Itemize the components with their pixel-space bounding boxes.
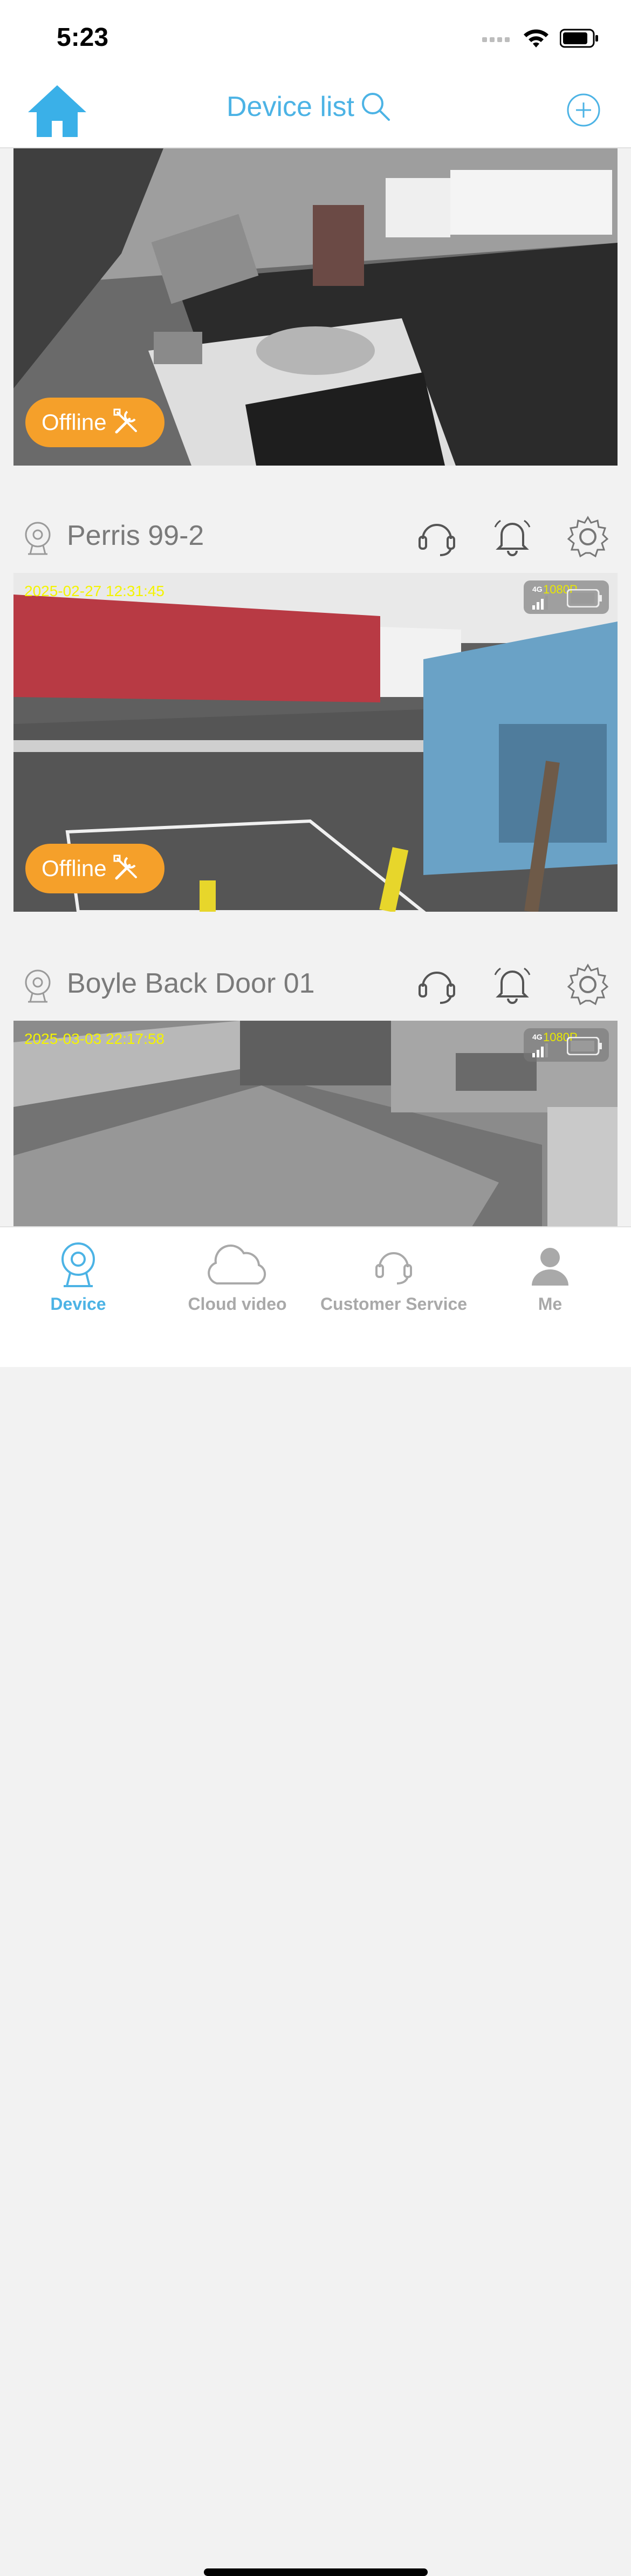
camera-timestamp: 2025-02-27 12:31:45 xyxy=(24,583,164,599)
repair-tools-icon xyxy=(113,855,137,880)
status-icons xyxy=(482,28,599,49)
cellular-signal-icon xyxy=(482,37,510,42)
tab-me[interactable]: Me xyxy=(475,1238,626,1314)
headset-icon[interactable] xyxy=(415,963,458,1006)
tab-bar: Device Cloud video Customer Service Me xyxy=(0,1226,631,2576)
tab-label: Cloud video xyxy=(188,1294,287,1314)
offline-label: Offline xyxy=(42,856,107,881)
tab-label: Me xyxy=(538,1294,563,1314)
offline-label: Offline xyxy=(42,409,107,435)
tab-cloud-video[interactable]: Cloud video xyxy=(162,1238,313,1314)
camera-icon xyxy=(61,1242,95,1287)
device-battery-icon xyxy=(567,1037,602,1055)
device-name: Perris 99-2 xyxy=(67,520,204,551)
device-list-title[interactable]: Device list xyxy=(227,91,391,123)
camera-icon xyxy=(25,522,51,555)
signal-status: 4G 1080P xyxy=(524,580,609,614)
alarm-bell-icon[interactable] xyxy=(491,515,534,558)
network-type: 4G xyxy=(532,1033,543,1041)
camera-timestamp: 2025-03-03 22:17:58 xyxy=(24,1030,164,1047)
add-device-icon[interactable] xyxy=(566,93,601,127)
signal-bars-icon xyxy=(532,596,548,610)
home-icon[interactable] xyxy=(27,84,87,138)
status-time: 5:23 xyxy=(57,23,109,52)
gear-icon[interactable] xyxy=(566,515,609,558)
status-bar: 5:23 xyxy=(0,0,631,76)
gear-icon[interactable] xyxy=(566,963,609,1006)
offline-badge[interactable]: Offline xyxy=(25,844,164,893)
device-battery-icon xyxy=(567,589,602,607)
home-indicator[interactable] xyxy=(204,2568,428,2576)
network-type: 4G xyxy=(532,585,543,593)
signal-status: 4G 1080P xyxy=(524,1028,609,1062)
device-name: Boyle Back Door 01 xyxy=(67,968,315,999)
person-icon xyxy=(532,1248,568,1286)
camera-icon xyxy=(25,969,51,1003)
offline-badge[interactable]: Offline xyxy=(25,398,164,447)
camera-preview-2[interactable]: 2025-02-27 12:31:45 4G 1080P Offline xyxy=(13,573,618,912)
device-row-boyle[interactable]: Boyle Back Door 01 xyxy=(0,947,631,1022)
wifi-icon xyxy=(524,29,548,47)
headset-icon xyxy=(375,1252,412,1284)
device-row-perris[interactable]: Perris 99-2 xyxy=(0,499,631,575)
page-title: Device list xyxy=(227,91,354,122)
tab-label: Device xyxy=(50,1294,106,1314)
battery-icon xyxy=(560,29,598,48)
device-feed[interactable]: Offline Perris 99-2 2025-02-27 12:31:45 … xyxy=(0,148,631,1226)
tab-device[interactable]: Device xyxy=(3,1238,154,1314)
headset-icon[interactable] xyxy=(415,515,458,558)
repair-tools-icon xyxy=(113,408,137,434)
tab-label: Customer Service xyxy=(320,1294,468,1314)
cloud-icon xyxy=(208,1244,266,1284)
search-icon[interactable] xyxy=(361,92,391,122)
camera-preview-3[interactable]: 2025-03-03 22:17:58 4G 1080P xyxy=(13,1021,618,1226)
nav-bar: Device list xyxy=(0,76,631,148)
tab-customer-service[interactable]: Customer Service xyxy=(318,1238,469,1314)
camera-preview-1[interactable]: Offline xyxy=(13,148,618,466)
alarm-bell-icon[interactable] xyxy=(491,963,534,1006)
signal-bars-icon xyxy=(532,1043,548,1057)
